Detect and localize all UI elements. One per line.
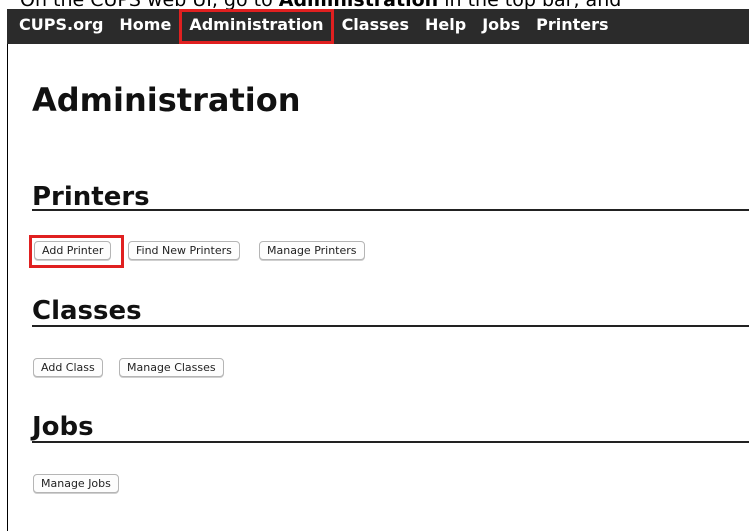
section-title-jobs: Jobs [32,412,94,442]
manage-jobs-button[interactable]: Manage Jobs [33,474,119,493]
manage-classes-button[interactable]: Manage Classes [119,358,224,377]
instruction-caption: On the CUPS web UI, go to Administration… [0,0,749,9]
nav-item-jobs[interactable]: Jobs [474,9,528,35]
section-divider-classes [32,325,749,327]
caption-emphasis: Administration [279,0,438,9]
caption-suffix: in the top bar, and [438,0,621,9]
section-divider-jobs [32,441,749,443]
add-printer-button[interactable]: Add Printer [34,241,112,260]
nav-item-printers[interactable]: Printers [528,9,616,35]
nav-item-administration[interactable]: Administration [179,9,334,44]
manage-printers-button[interactable]: Manage Printers [259,241,365,260]
top-navbar: CUPS.org Home Administration Classes Hel… [7,9,749,44]
caption-prefix: On the CUPS web UI, go to [20,0,279,9]
nav-item-cups-org[interactable]: CUPS.org [7,9,111,35]
add-class-button[interactable]: Add Class [33,358,103,377]
nav-item-help[interactable]: Help [417,9,474,35]
section-divider-printers [32,209,749,211]
nav-item-home[interactable]: Home [111,9,179,35]
nav-item-classes[interactable]: Classes [334,9,417,35]
section-title-classes: Classes [32,296,142,326]
page-title: Administration [32,81,301,119]
find-new-printers-button[interactable]: Find New Printers [128,241,240,260]
